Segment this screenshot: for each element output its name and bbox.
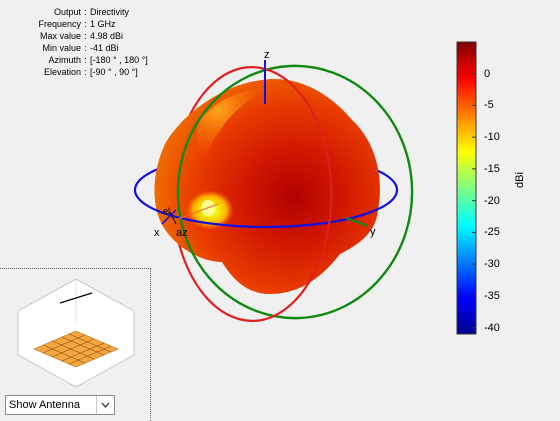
az-label: az (176, 227, 188, 239)
info-value: [-90 ° , 90 °] (90, 67, 138, 77)
info-value: Directivity (90, 7, 130, 17)
colorbar (456, 41, 477, 335)
info-value: [-180 ° , 180 °] (90, 55, 148, 65)
info-value: 1 GHz (90, 19, 116, 29)
info-row: Output: Directivity (0, 6, 148, 18)
info-label: Azimuth (48, 55, 81, 65)
z-axis-label: z (264, 49, 270, 61)
colorbar-tick-label: -40 (484, 321, 500, 334)
info-row: Elevation: [-90 ° , 90 °] (0, 66, 148, 78)
show-antenna-dropdown[interactable]: Show Antenna (5, 395, 115, 415)
info-label: Output (53, 7, 81, 17)
info-label: Elevation (43, 67, 81, 77)
colorbar-tick-label: -20 (484, 194, 500, 207)
info-row: Min value: -41 dBi (0, 42, 148, 54)
colorbar-tick-label: -5 (484, 99, 494, 112)
el-label: el (163, 206, 170, 216)
info-row: Frequency:1 GHz (0, 18, 148, 30)
colorbar-tick-label: 0 (484, 67, 491, 80)
info-label: Frequency (38, 19, 81, 29)
info-row: Max value:4.98 dBi (0, 30, 148, 42)
info-label: Min value (42, 43, 81, 53)
colorbar-tick-label: -15 (484, 162, 500, 175)
chevron-down-icon[interactable] (96, 396, 114, 414)
y-axis-label: y (370, 226, 376, 238)
colorbar-tick-label: -25 (484, 226, 500, 239)
radiation-pattern-surface (154, 79, 380, 294)
info-value: -41 dBi (90, 43, 119, 53)
pattern-info-panel: Output: Directivity Frequency:1 GHz Max v… (0, 6, 148, 78)
info-row: Azimuth: [-180 ° , 180 °] (0, 54, 148, 66)
x-axis-label: x (154, 227, 160, 239)
info-value: 4.98 dBi (90, 31, 124, 41)
colorbar-tick-label: -10 (484, 131, 500, 144)
colorbar-unit-label: dBi (514, 172, 526, 188)
info-label: Max value (39, 31, 81, 41)
colorbar-tick-label: -35 (484, 289, 500, 302)
dropdown-selected-label: Show Antenna (9, 399, 80, 411)
colorbar-tick-label: -30 (484, 258, 500, 271)
